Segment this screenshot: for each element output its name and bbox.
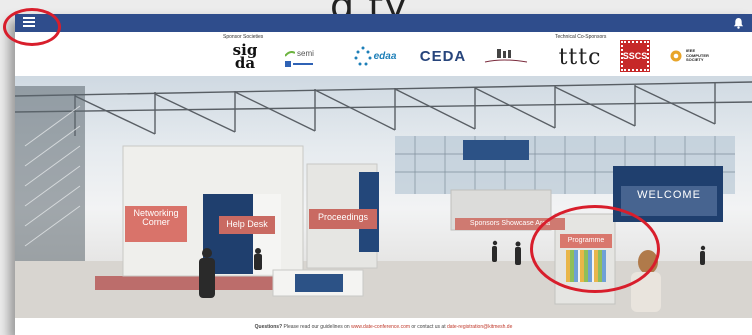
bell-icon[interactable] — [733, 17, 744, 29]
hamburger-menu-icon[interactable] — [23, 17, 35, 29]
proceedings-booth[interactable]: Proceedings — [309, 209, 377, 229]
virtual-venue-page: g ty Sponsor Societies Technical Co-Spon… — [0, 0, 752, 335]
heading-fragment: g ty — [330, 0, 408, 14]
sponsors-showcase-label: Sponsors Showcase Area — [469, 220, 551, 227]
ceda-logo[interactable]: CEDA — [418, 46, 468, 66]
footer-text-1: Please read our guidelines on — [283, 324, 350, 330]
ieee-computer-society-logo[interactable]: IEEE COMPUTER SOCIETY — [670, 46, 730, 66]
help-desk-label: Help Desk — [226, 219, 268, 229]
sscs-logo[interactable]: SSCS — [620, 40, 650, 72]
sponsor-band: Sponsor Societies Technical Co-Sponsors … — [15, 32, 752, 76]
academy-building-icon — [484, 49, 528, 63]
networking-corner-booth[interactable]: Networking Corner — [125, 206, 187, 242]
virtual-hall-scene: Networking Corner Help Desk Proceedings … — [15, 76, 752, 318]
welcome-label: WELCOME — [637, 189, 701, 201]
sigda-logo[interactable]: sig da — [225, 40, 265, 74]
footer: Questions? Please read our guidelines on… — [15, 318, 752, 335]
sponsors-showcase-booth[interactable]: Sponsors Showcase Area — [455, 218, 565, 230]
technical-cosponsors-label: Technical Co-Sponsors — [555, 34, 607, 40]
semi-logo[interactable]: semi — [285, 44, 335, 72]
sscs-logo-text: SSCS — [622, 51, 648, 61]
footer-questions-label: Questions? — [254, 324, 283, 330]
venue-window: Sponsor Societies Technical Co-Sponsors … — [15, 14, 752, 335]
help-desk-booth[interactable]: Help Desk — [219, 216, 275, 234]
tttc-logo-text: tttc — [558, 44, 602, 70]
semi-logo-text: semi — [297, 49, 314, 58]
semi-swoosh-icon — [285, 50, 295, 57]
footer-guidelines-link[interactable]: www.date-conference.com — [351, 324, 410, 330]
ceda-logo-text: CEDA — [419, 47, 467, 65]
russian-academy-logo[interactable] — [481, 46, 531, 66]
top-bar — [15, 14, 752, 32]
cs-logo-line-3: SOCIETY — [686, 57, 704, 63]
networking-corner-label: Networking Corner — [133, 208, 179, 228]
esd-alliance-mark — [285, 61, 313, 67]
edaa-logo-text: edaa — [373, 50, 397, 62]
programme-booth[interactable]: Programme — [560, 234, 612, 248]
welcome-sign: WELCOME — [627, 188, 711, 204]
programme-board[interactable] — [566, 250, 606, 282]
footer-contact-link[interactable]: date-registration@kitmesh.de — [447, 324, 512, 330]
cropped-page-heading: g ty — [0, 0, 752, 14]
proceedings-label: Proceedings — [317, 212, 369, 222]
edaa-logo[interactable]: edaa — [343, 40, 405, 72]
sigda-logo-bottom: da — [234, 54, 256, 72]
edaa-dots-icon — [354, 46, 372, 66]
programme-label: Programme — [567, 237, 605, 244]
tttc-logo[interactable]: tttc — [550, 44, 610, 70]
footer-text-2: or contact us at — [411, 324, 446, 330]
computer-society-emblem-icon — [670, 50, 682, 62]
